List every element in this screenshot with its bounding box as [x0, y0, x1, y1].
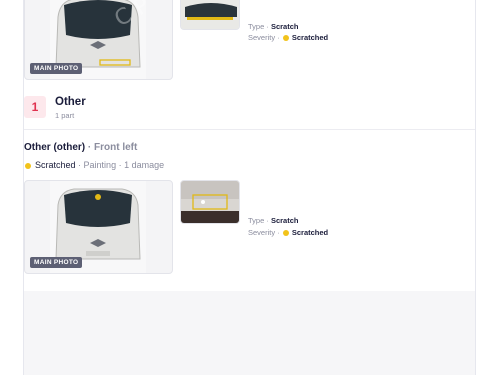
- group-title[interactable]: Other: [55, 96, 86, 108]
- damage-type-row: Type · Scratch: [248, 215, 298, 226]
- damage-severity-row: Severity · Scratched: [248, 227, 328, 238]
- part-tags: Scratched · Painting · 1 damage: [24, 160, 164, 170]
- part-heading: Other (other) · Front left: [24, 142, 137, 153]
- part-name: Other (other): [24, 142, 86, 153]
- type-label: Type ·: [248, 22, 269, 31]
- damage-closeup-image: [181, 0, 239, 29]
- damage-thumbnail[interactable]: [180, 180, 240, 224]
- severity-dot-icon: [282, 229, 289, 236]
- section-divider: [24, 129, 475, 130]
- part-severity: Scratched: [35, 160, 76, 170]
- severity-label: Severity ·: [248, 228, 280, 237]
- damage-type-row-top: Type · Scratch: [248, 21, 298, 32]
- severity-dot-icon: [282, 34, 289, 41]
- severity-value: Scratched: [291, 228, 329, 237]
- damage-closeup-image: [181, 181, 239, 223]
- page: C P MAIN PHOTO Type · Scratch Severity ·…: [0, 0, 500, 375]
- severity-dot-icon: [25, 162, 31, 169]
- main-photo-badge: MAIN PHOTO: [30, 63, 83, 74]
- group-count-badge: 1: [24, 96, 46, 118]
- severity-value: Scratched: [291, 33, 329, 42]
- severity-label: Severity ·: [248, 33, 280, 42]
- damage-severity-row-top: Severity · Scratched: [248, 32, 328, 43]
- main-photo-card-top[interactable]: C P MAIN PHOTO: [24, 0, 173, 80]
- part-operation: · Painting: [78, 160, 117, 170]
- footer-area: [24, 291, 475, 375]
- right-border: [475, 0, 476, 375]
- type-value: Scratch: [270, 22, 299, 31]
- type-label: Type ·: [248, 216, 269, 225]
- damage-thumbnail-top[interactable]: [180, 0, 240, 30]
- part-location: · Front left: [87, 142, 138, 153]
- part-damage-count: · 1 damage: [118, 160, 165, 170]
- type-value: Scratch: [270, 216, 299, 225]
- main-photo-badge: MAIN PHOTO: [30, 257, 83, 268]
- group-subtitle: 1 part: [55, 111, 75, 120]
- main-photo-card[interactable]: MAIN PHOTO: [24, 180, 173, 274]
